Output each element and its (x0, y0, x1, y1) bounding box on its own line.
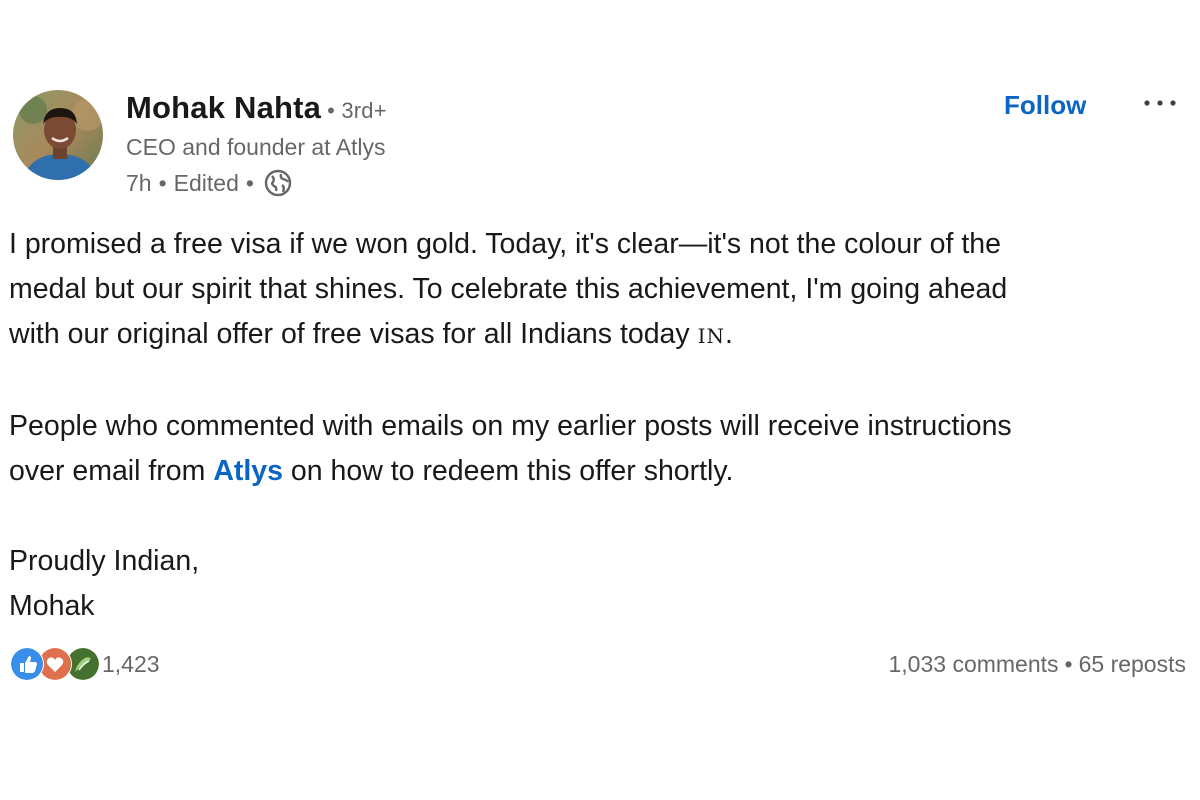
post-text-segment: on how to redeem this offer shortly. (283, 455, 734, 487)
reactions-summary[interactable]: 1,423 (10, 647, 160, 681)
reaction-icons (10, 647, 102, 681)
connection-degree: • 3rd+ (327, 98, 387, 123)
post-body: I promised a free visa if we won gold. T… (9, 222, 1189, 674)
counts-separator: • (1064, 651, 1073, 677)
post-time: 7h (126, 169, 152, 196)
like-icon (10, 647, 44, 681)
post-text-line: I promised a free visa if we won gold. T… (9, 228, 1001, 260)
post-text-line: Proudly Indian, (9, 545, 200, 577)
meta-separator: • (245, 169, 254, 196)
company-mention-link[interactable]: Atlys (213, 455, 283, 487)
author-name-text[interactable]: Mohak Nahta (126, 90, 321, 125)
ellipsis-icon[interactable] (1140, 88, 1180, 118)
follow-button[interactable]: Follow (1000, 86, 1090, 125)
post-paragraph: Proudly Indian, Mohak (9, 539, 1189, 629)
globe-icon (263, 168, 293, 198)
meta-separator: • (158, 169, 167, 196)
reaction-count[interactable]: 1,423 (102, 651, 160, 678)
edited-label: Edited (173, 169, 239, 196)
post-text-line: medal but our spirit that shines. To cel… (9, 273, 1008, 305)
author-name[interactable]: Mohak Nahta • 3rd+ (126, 90, 387, 126)
post-text-line: with our original offer of free visas fo… (9, 312, 1189, 359)
reposts-count[interactable]: 65 reposts (1079, 651, 1186, 677)
india-flag-emoji: IN (697, 324, 725, 348)
post-text-segment: over email from (9, 455, 214, 487)
social-counts: 1,033 comments • 65 reposts (889, 651, 1187, 678)
post-text-segment: with our original offer of free visas fo… (9, 318, 698, 350)
post-text-segment: . (725, 318, 733, 350)
post-text-line: over email from Atlys on how to redeem t… (9, 449, 1189, 494)
post-text-line: Mohak (9, 590, 95, 622)
post-paragraph: I promised a free visa if we won gold. T… (9, 222, 1189, 359)
post-text-line: People who commented with emails on my e… (9, 410, 1012, 442)
comments-count[interactable]: 1,033 comments (889, 651, 1059, 677)
post-meta: 7h • Edited • (126, 168, 293, 198)
feed-post: Mohak Nahta • 3rd+ CEO and founder at Atl… (0, 0, 1200, 800)
author-avatar[interactable] (13, 90, 103, 180)
author-headline: CEO and founder at Atlys (126, 134, 386, 160)
post-paragraph: People who commented with emails on my e… (9, 404, 1189, 494)
